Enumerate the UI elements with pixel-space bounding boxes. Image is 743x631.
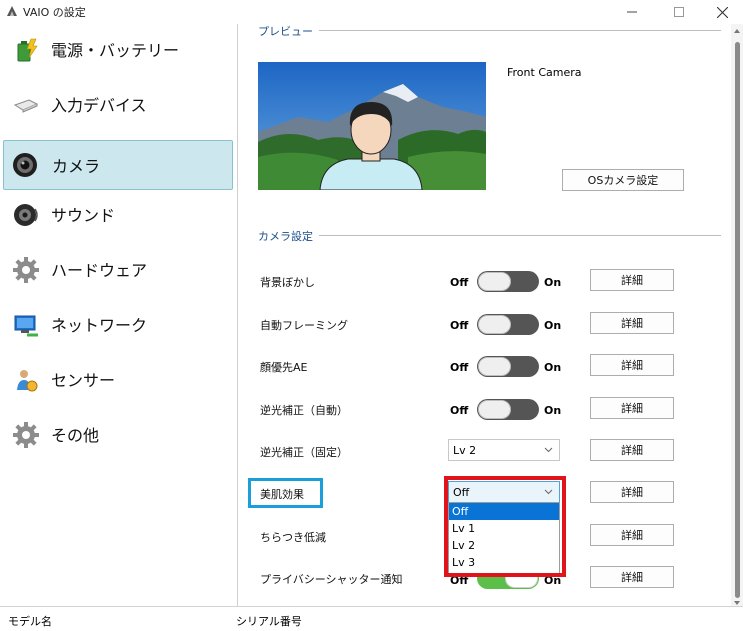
sidebar: 電源・バッテリー 入力デバイス カメラ サウンド ハードウェア ネットワーク セ… bbox=[0, 24, 238, 606]
battery-icon bbox=[17, 38, 38, 62]
maximize-button[interactable] bbox=[657, 0, 701, 24]
sidebar-item-label: 電源・バッテリー bbox=[51, 41, 180, 60]
select-value: Lv 2 bbox=[453, 444, 477, 457]
camera-preview bbox=[258, 62, 486, 190]
backlight-auto-detail-button[interactable]: 詳細 bbox=[590, 397, 674, 419]
preview-section-title: プレビュー bbox=[258, 24, 319, 39]
status-bar: モデル名 シリアル番号 bbox=[0, 606, 743, 631]
sidebar-item-input-devices[interactable]: 入力デバイス bbox=[3, 79, 233, 129]
toggle-knob bbox=[478, 357, 511, 376]
toggle-on-label: On bbox=[544, 361, 562, 374]
speaker-icon bbox=[14, 204, 38, 226]
maximize-icon bbox=[674, 7, 684, 17]
face-priority-ae-detail-button[interactable]: 詳細 bbox=[590, 354, 674, 376]
title-bar: VAIO の設定 bbox=[0, 0, 743, 24]
serial-number-label: シリアル番号 bbox=[236, 615, 302, 628]
camera-preview-image bbox=[258, 62, 486, 190]
toggle-on-label: On bbox=[544, 404, 562, 417]
camera-icon bbox=[13, 153, 37, 177]
backlight-auto-label: 逆光補正（自動） bbox=[260, 404, 348, 417]
toggle-off-label: Off bbox=[450, 319, 469, 332]
chevron-down-icon bbox=[544, 447, 553, 453]
red-highlight-box bbox=[444, 476, 566, 577]
toggle-knob bbox=[478, 400, 511, 419]
camera-settings-section-title: カメラ設定 bbox=[258, 228, 319, 244]
scroll-up-icon[interactable] bbox=[734, 28, 740, 34]
close-icon bbox=[716, 6, 728, 18]
sidebar-item-sound[interactable]: サウンド bbox=[3, 189, 233, 239]
toggle-on-label: On bbox=[544, 319, 562, 332]
blue-highlight-box bbox=[248, 478, 323, 508]
toggle-off-label: Off bbox=[450, 361, 469, 374]
backlight-auto-toggle[interactable] bbox=[477, 399, 539, 420]
sidebar-item-others[interactable]: その他 bbox=[3, 409, 233, 459]
gear-icon bbox=[13, 422, 39, 448]
sidebar-item-label: カメラ bbox=[52, 157, 101, 176]
minimize-button[interactable] bbox=[610, 0, 654, 24]
auto-framing-toggle[interactable] bbox=[477, 314, 539, 335]
toggle-knob bbox=[478, 315, 511, 334]
background-blur-toggle[interactable] bbox=[477, 271, 539, 292]
sidebar-item-network[interactable]: ネットワーク bbox=[3, 299, 233, 349]
close-button[interactable] bbox=[700, 0, 743, 24]
sidebar-item-label: その他 bbox=[51, 426, 100, 445]
vertical-scrollbar[interactable] bbox=[731, 24, 743, 606]
input-device-icon bbox=[13, 99, 39, 113]
sensor-icon bbox=[17, 370, 38, 392]
sidebar-item-label: サウンド bbox=[51, 206, 116, 225]
sidebar-item-power-battery[interactable]: 電源・バッテリー bbox=[3, 24, 233, 74]
auto-framing-detail-button[interactable]: 詳細 bbox=[590, 312, 674, 334]
background-blur-label: 背景ぼかし bbox=[260, 276, 315, 289]
toggle-knob bbox=[478, 272, 511, 291]
toggle-off-label: Off bbox=[450, 276, 469, 289]
window-title: VAIO の設定 bbox=[23, 6, 86, 19]
privacy-shutter-label: プライバシーシャッター通知 bbox=[260, 573, 403, 586]
section-divider bbox=[258, 235, 721, 236]
model-name-label: モデル名 bbox=[8, 615, 52, 628]
section-divider bbox=[258, 30, 721, 31]
toggle-on-label: On bbox=[544, 276, 562, 289]
sidebar-item-hardware[interactable]: ハードウェア bbox=[3, 244, 233, 294]
toggle-off-label: Off bbox=[450, 404, 469, 417]
backlight-fixed-select[interactable]: Lv 2 bbox=[448, 439, 560, 461]
sidebar-item-label: 入力デバイス bbox=[51, 96, 147, 115]
camera-name: Front Camera bbox=[507, 66, 582, 79]
flicker-reduction-label: ちらつき低減 bbox=[260, 531, 326, 544]
flicker-reduction-detail-button[interactable]: 詳細 bbox=[590, 524, 674, 546]
os-camera-settings-button[interactable]: OSカメラ設定 bbox=[562, 169, 684, 191]
minimize-icon bbox=[627, 11, 637, 13]
main-panel: プレビュー Front Camera OSカメラ設定 カメラ設定 背景ぼかし O… bbox=[238, 24, 731, 606]
scroll-thumb[interactable] bbox=[735, 42, 740, 598]
backlight-fixed-label: 逆光補正（固定） bbox=[260, 446, 348, 459]
sidebar-item-label: ネットワーク bbox=[51, 316, 148, 335]
network-icon bbox=[14, 315, 38, 337]
backlight-fixed-detail-button[interactable]: 詳細 bbox=[590, 439, 674, 461]
background-blur-detail-button[interactable]: 詳細 bbox=[590, 269, 674, 291]
skin-beautify-detail-button[interactable]: 詳細 bbox=[590, 481, 674, 503]
sidebar-item-sensor[interactable]: センサー bbox=[3, 354, 233, 404]
vaio-app-icon bbox=[7, 6, 17, 16]
gear-icon bbox=[13, 257, 39, 283]
privacy-shutter-detail-button[interactable]: 詳細 bbox=[590, 566, 674, 588]
sidebar-item-camera[interactable]: カメラ bbox=[3, 140, 233, 190]
sidebar-item-label: センサー bbox=[51, 371, 116, 390]
auto-framing-label: 自動フレーミング bbox=[260, 319, 348, 332]
face-priority-ae-label: 顔優先AE bbox=[260, 361, 308, 374]
sidebar-item-label: ハードウェア bbox=[51, 261, 148, 280]
face-priority-ae-toggle[interactable] bbox=[477, 356, 539, 377]
